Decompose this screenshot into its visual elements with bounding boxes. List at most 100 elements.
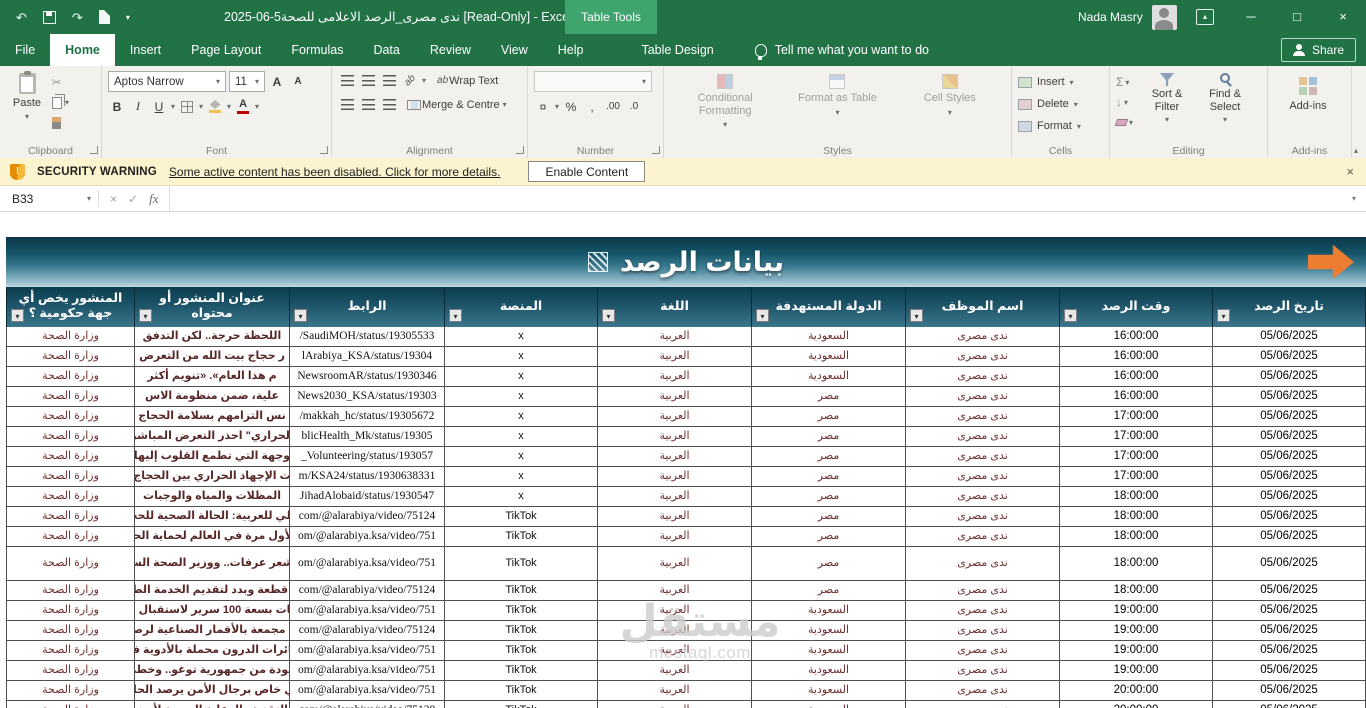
autosum-dropdown-icon[interactable]: [1125, 78, 1129, 87]
tell-me-box[interactable]: Tell me what you want to do: [754, 34, 929, 66]
customize-qat-chevron-icon[interactable]: [126, 13, 130, 22]
cell-platform[interactable]: TikTok: [445, 661, 598, 681]
cell-title[interactable]: لمالي للعربية: الحالة الصحية للحجاج: [135, 507, 290, 527]
cell-time[interactable]: 16:00:00: [1060, 347, 1213, 367]
cell-gov[interactable]: وزارة الصحة: [6, 327, 135, 347]
cell-platform[interactable]: x: [445, 467, 598, 487]
tab-page-layout[interactable]: Page Layout: [176, 34, 276, 66]
clear-button[interactable]: [1114, 114, 1133, 130]
cell-platform[interactable]: TikTok: [445, 527, 598, 547]
cell-language[interactable]: العربية: [598, 487, 752, 507]
cell-link[interactable]: om/@alarabiya.ksa/video/751: [290, 641, 445, 661]
cell-platform[interactable]: TikTok: [445, 507, 598, 527]
cell-title[interactable]: علية، ضمن منظومة الاس: [135, 387, 290, 407]
conditional-formatting-dropdown-icon[interactable]: [723, 120, 727, 129]
tab-table-design[interactable]: Table Design: [626, 34, 728, 66]
spreadsheet-area[interactable]: بيانات الرصد المنشور يخص أي جهة حكومية ؟…: [0, 212, 1366, 708]
cell-link[interactable]: com/@alarabiya/video/75124: [290, 621, 445, 641]
cell-country[interactable]: السعودية: [752, 327, 906, 347]
cell-link[interactable]: m/KSA24/status/1930638331: [290, 467, 445, 487]
cell-language[interactable]: العربية: [598, 547, 752, 581]
align-top-button[interactable]: [338, 71, 356, 90]
fill-dropdown-icon[interactable]: [1124, 98, 1128, 107]
cell-country[interactable]: مصر: [752, 407, 906, 427]
cell-gov[interactable]: وزارة الصحة: [6, 407, 135, 427]
cell-country[interactable]: مصر: [752, 487, 906, 507]
cell-language[interactable]: العربية: [598, 447, 752, 467]
align-right-button[interactable]: [380, 95, 398, 114]
minimize-button[interactable]: ─: [1228, 0, 1274, 34]
cell-country[interactable]: مصر: [752, 527, 906, 547]
cell-title[interactable]: اللحظة حرجة.. لكن التدفق: [135, 327, 290, 347]
percent-style-button[interactable]: %: [562, 97, 580, 116]
comma-style-button[interactable]: ,: [583, 97, 601, 116]
cell-language[interactable]: العربية: [598, 347, 752, 367]
borders-button[interactable]: [178, 97, 196, 116]
font-color-button[interactable]: A: [234, 97, 252, 116]
accounting-dropdown-icon[interactable]: [555, 102, 559, 111]
expand-formula-bar-icon[interactable]: ▾: [1342, 186, 1366, 211]
security-warning-details-link[interactable]: Some active content has been disabled. C…: [169, 165, 501, 179]
cell-time[interactable]: 17:00:00: [1060, 407, 1213, 427]
cell-title[interactable]: م هذا العام». «تنويم أكثر: [135, 367, 290, 387]
cell-employee[interactable]: ندى مصرى: [906, 581, 1060, 601]
cell-time[interactable]: 20:00:00: [1060, 701, 1213, 708]
cell-platform[interactable]: x: [445, 387, 598, 407]
cell-platform[interactable]: x: [445, 327, 598, 347]
cell-platform[interactable]: x: [445, 487, 598, 507]
account-area[interactable]: Nada Masry: [1078, 0, 1177, 34]
cut-button[interactable]: ✂: [52, 75, 69, 90]
addins-button[interactable]: Add-ins: [1274, 71, 1342, 112]
paste-button[interactable]: Paste: [6, 71, 48, 142]
format-as-table-button[interactable]: Format as Table: [782, 71, 892, 142]
number-format-combobox[interactable]: [534, 71, 652, 92]
fill-button[interactable]: ↓: [1116, 94, 1133, 110]
cell-gov[interactable]: وزارة الصحة: [6, 447, 135, 467]
cell-gov[interactable]: وزارة الصحة: [6, 367, 135, 387]
fill-color-button[interactable]: [206, 97, 224, 116]
cell-language[interactable]: العربية: [598, 367, 752, 387]
cell-date[interactable]: 05/06/2025: [1213, 347, 1366, 367]
borders-dropdown-icon[interactable]: [199, 102, 203, 111]
paste-dropdown-icon[interactable]: [25, 112, 29, 121]
cell-country[interactable]: السعودية: [752, 601, 906, 621]
italic-button[interactable]: I: [129, 97, 147, 116]
cell-time[interactable]: 18:00:00: [1060, 507, 1213, 527]
insert-cells-dropdown-icon[interactable]: [1070, 78, 1074, 87]
cell-link[interactable]: /SaudiMOH/status/19305533: [290, 327, 445, 347]
cell-language[interactable]: العربية: [598, 407, 752, 427]
increase-font-size-button[interactable]: A: [268, 72, 286, 91]
cell-language[interactable]: العربية: [598, 387, 752, 407]
cell-title[interactable]: ت الإجهاد الحراري بين الحجاج: [135, 467, 290, 487]
number-dialog-launcher-icon[interactable]: [652, 146, 660, 154]
cell-gov[interactable]: وزارة الصحة: [6, 467, 135, 487]
cell-platform[interactable]: x: [445, 347, 598, 367]
format-cells-dropdown-icon[interactable]: [1077, 122, 1081, 131]
cell-date[interactable]: 05/06/2025: [1213, 661, 1366, 681]
find-select-button[interactable]: Find & Select: [1198, 73, 1252, 142]
decrease-font-size-button[interactable]: A: [289, 72, 307, 91]
collapse-ribbon-icon[interactable]: ▴: [1354, 146, 1358, 155]
cell-employee[interactable]: ندى مصرى: [906, 347, 1060, 367]
cell-platform[interactable]: x: [445, 427, 598, 447]
cell-gov[interactable]: وزارة الصحة: [6, 387, 135, 407]
tab-home[interactable]: Home: [50, 34, 115, 66]
cell-title[interactable]: في مشعر عرفات.. ووزير الصحة السعودي: [135, 547, 290, 581]
cell-language[interactable]: العربية: [598, 327, 752, 347]
font-name-dropdown-icon[interactable]: [216, 77, 220, 86]
cell-date[interactable]: 05/06/2025: [1213, 487, 1366, 507]
cell-time[interactable]: 19:00:00: [1060, 641, 1213, 661]
cell-title[interactable]: ر حجاج بيت الله من التعرض: [135, 347, 290, 367]
format-cells-button[interactable]: Format: [1018, 117, 1103, 135]
cell-language[interactable]: العربية: [598, 507, 752, 527]
font-name-combobox[interactable]: Aptos Narrow: [108, 71, 226, 92]
align-left-button[interactable]: [338, 95, 356, 114]
cell-title[interactable]: ون قطعة وبدد لتقديم الخدمة الطبية: [135, 581, 290, 601]
filter-dropdown-button[interactable]: [449, 309, 462, 322]
cell-date[interactable]: 05/06/2025: [1213, 427, 1366, 447]
clipboard-dialog-launcher-icon[interactable]: [90, 146, 98, 154]
filter-dropdown-button[interactable]: [1064, 309, 1077, 322]
cell-gov[interactable]: وزارة الصحة: [6, 641, 135, 661]
cell-employee[interactable]: ندى مصرى: [906, 327, 1060, 347]
cell-styles-dropdown-icon[interactable]: [948, 108, 952, 117]
